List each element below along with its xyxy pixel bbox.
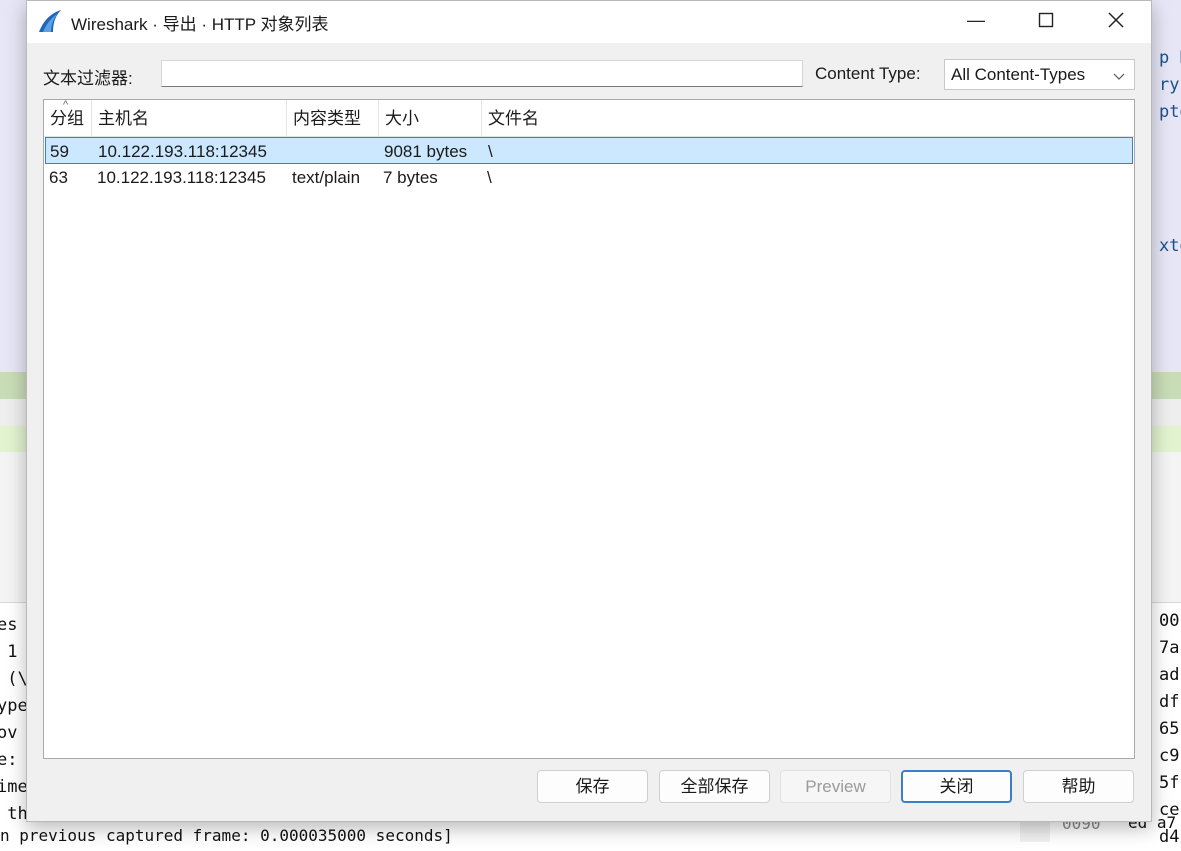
cell-content-type: text/plain (292, 168, 361, 187)
content-type-selected: All Content-Types (951, 65, 1086, 84)
window-title: Wireshark · 导出 · HTTP 对象列表 (71, 15, 329, 34)
background-text-right-top: p Do rypte pted (1159, 48, 1181, 122)
cell-hostname: 10.122.193.118:12345 (97, 168, 266, 187)
close-icon (1108, 12, 1124, 28)
table-row[interactable]: 63 10.122.193.118:12345 text/plain 7 byt… (44, 164, 1134, 191)
cell-packet: 59 (50, 142, 69, 161)
maximize-button[interactable] (1015, 1, 1077, 39)
preview-button[interactable]: Preview (780, 770, 891, 803)
chevron-down-icon (1113, 73, 1125, 80)
save-all-button[interactable]: 全部保存 (659, 770, 770, 803)
cell-filename: \ (487, 168, 492, 187)
text-filter-input[interactable] (161, 60, 803, 87)
column-header-packet[interactable]: ^ 分组 (44, 100, 92, 136)
column-header-content-type[interactable]: 内容类型 (287, 100, 379, 136)
minimize-button[interactable]: — (945, 1, 1007, 39)
title-bar[interactable]: Wireshark · 导出 · HTTP 对象列表 — (27, 1, 1151, 43)
column-header-filename[interactable]: 文件名 (482, 100, 1134, 136)
cell-hostname: 10.122.193.118:12345 (98, 142, 267, 161)
minimize-icon: — (967, 9, 985, 30)
sort-ascending-icon: ^ (63, 99, 69, 111)
wireshark-fin-icon (39, 10, 61, 32)
cell-filename: \ (488, 142, 493, 161)
help-button[interactable]: 帮助 (1023, 770, 1134, 803)
column-header-size[interactable]: 大小 (379, 100, 482, 136)
maximize-icon (1038, 12, 1054, 28)
column-header-hostname[interactable]: 主机名 (92, 100, 287, 136)
http-objects-table[interactable]: ^ 分组 主机名 内容类型 大小 文件名 59 10.122.193.118:1… (43, 99, 1135, 759)
cell-size: 7 bytes (383, 168, 438, 187)
text-filter-label: 文本过滤器: (43, 69, 133, 88)
export-http-objects-dialog: Wireshark · 导出 · HTTP 对象列表 — 文本过滤器: Cont… (26, 0, 1152, 822)
table-row[interactable]: 59 10.122.193.118:12345 9081 bytes \ (45, 137, 1133, 164)
content-type-label: Content Type: (815, 64, 921, 83)
cell-size: 9081 bytes (384, 142, 468, 161)
table-header: ^ 分组 主机名 内容类型 大小 文件名 (44, 100, 1134, 137)
background-details-text: es 1 (\ ype ov e: ime th (0, 615, 28, 824)
background-text-right-top-2: xter (1159, 236, 1181, 256)
save-button[interactable]: 保存 (537, 770, 648, 803)
cell-packet: 63 (49, 168, 68, 187)
close-button[interactable]: 关闭 (901, 770, 1012, 803)
content-type-select[interactable]: All Content-Types (944, 59, 1135, 90)
close-window-button[interactable] (1085, 1, 1147, 39)
background-status-line: n previous captured frame: 0.000035000 s… (0, 826, 453, 845)
